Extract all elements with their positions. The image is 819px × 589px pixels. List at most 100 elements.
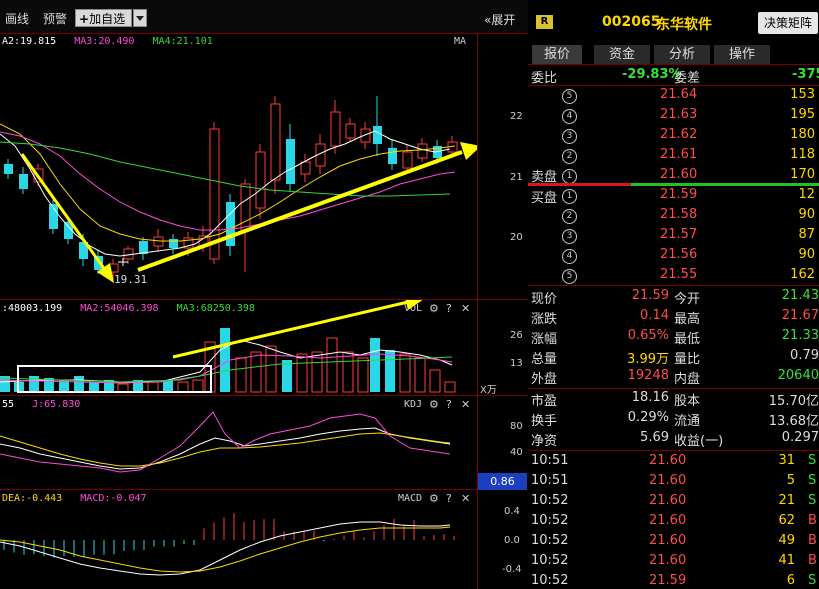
tick-time: 10:52: [531, 553, 569, 568]
add-favorite-dropdown[interactable]: [133, 9, 147, 27]
level-badge: 1: [562, 169, 577, 184]
tick-price: 21.60: [649, 493, 687, 508]
volume-bar: [296, 353, 308, 393]
ask-volume: 118: [790, 147, 815, 162]
tick-volume: 62: [778, 513, 795, 528]
level-badge: 5: [562, 89, 577, 104]
plus-icon: +: [79, 12, 90, 26]
fund-value: 0.29%: [627, 410, 669, 425]
candle-body: [388, 148, 397, 164]
alert-button[interactable]: 预警: [43, 10, 67, 27]
volume-bar: [385, 350, 395, 392]
volume-bar: [326, 337, 338, 393]
level-badge: 3: [562, 129, 577, 144]
bid-price: 21.55: [660, 267, 698, 282]
tab-quote[interactable]: 报价: [532, 45, 582, 64]
bid-volume: 90: [798, 207, 815, 222]
candle-body: [330, 111, 341, 147]
order-ratio-label: 委比: [531, 71, 558, 86]
ask-volume: 153: [790, 87, 815, 102]
candle-body: [402, 151, 413, 169]
quote-value: 21.43: [781, 288, 819, 303]
fund-value: 15.70亿: [768, 394, 819, 409]
ma4-line: [0, 141, 451, 197]
candle-body: [360, 128, 371, 143]
tick-time: 10:51: [531, 473, 569, 488]
kdj-axis-label: 80: [510, 421, 523, 432]
tick-volume: 21: [778, 493, 795, 508]
tick-price: 21.60: [649, 533, 687, 548]
bid-volume: 90: [798, 247, 815, 262]
volume-bar: [29, 376, 39, 392]
order-diff-value: -375: [792, 67, 819, 82]
add-favorite-label: 加自选: [89, 12, 126, 26]
quote-label: 今开: [674, 292, 701, 307]
level-badge: 4: [562, 249, 577, 264]
add-favorite-button[interactable]: +加自选: [75, 9, 132, 27]
quote-value: 21.59: [631, 288, 669, 303]
candle-body: [4, 164, 13, 174]
fund-label: 换手: [531, 414, 558, 429]
tab-analysis[interactable]: 分析: [654, 45, 710, 64]
level-badge: 1: [562, 189, 577, 204]
level-badge: 3: [562, 229, 577, 244]
quote-label: 最高: [674, 312, 701, 327]
fund-label: 收益(一): [674, 434, 724, 449]
vol-unit-label: X万: [480, 385, 497, 396]
volume-bar: [342, 351, 354, 393]
volume-bar: [220, 328, 230, 392]
decision-matrix-button[interactable]: 决策矩阵: [758, 12, 818, 34]
ask-volume: 195: [790, 107, 815, 122]
volume-chart: [0, 300, 456, 393]
volume-bar: [429, 369, 441, 393]
fund-value: 5.69: [640, 430, 669, 445]
quote-value: 21.67: [781, 308, 819, 323]
volume-bar: [282, 360, 292, 392]
candle-body: [300, 161, 311, 175]
kdj-value-badge: 0.86: [478, 473, 527, 490]
quote-label: 涨跌: [531, 312, 558, 327]
macd-axis-label: 0.0: [504, 535, 520, 546]
expand-label: 展开: [491, 13, 516, 27]
tick-time: 10:52: [531, 513, 569, 528]
ask-price: 21.64: [660, 87, 698, 102]
expand-button[interactable]: «展开: [484, 11, 515, 28]
candle-body: [286, 139, 295, 184]
tick-volume: 41: [778, 553, 795, 568]
ask-bid-divider: [631, 183, 819, 186]
fund-value: 18.16: [631, 390, 669, 405]
fund-label: 净资: [531, 434, 558, 449]
volume-bar: [399, 353, 411, 393]
ask-volume: 180: [790, 127, 815, 142]
quote-panel: R 002065 东华软件 决策矩阵 报价 资金 分析 操作 委比 -29.83…: [528, 0, 819, 589]
order-diff-label: 委差: [674, 71, 701, 86]
volume-bar: [89, 382, 99, 392]
tick-price: 21.59: [649, 573, 687, 588]
level-badge: 2: [562, 209, 577, 224]
volume-bar: [370, 338, 380, 392]
level-badge: 4: [562, 109, 577, 124]
tick-time: 10:52: [531, 533, 569, 548]
candle-body: [169, 239, 178, 248]
tab-operation[interactable]: 操作: [714, 45, 770, 64]
quote-label: 现价: [531, 292, 558, 307]
kdj-axis-label: 40: [510, 447, 523, 458]
quote-value: 0.79: [790, 348, 819, 363]
tick-side: B: [808, 553, 817, 568]
volume-bar: [414, 357, 426, 393]
tick-side: S: [808, 573, 817, 588]
divider: [528, 450, 819, 451]
order-ratio-value: -29.83%: [622, 67, 682, 82]
volume-bar: [192, 379, 204, 393]
candle-body: [345, 123, 356, 139]
fund-value: 0.297: [781, 430, 819, 445]
tab-funds[interactable]: 资金: [594, 45, 650, 64]
macd-axis-label: 0.4: [504, 506, 520, 517]
tick-volume: 49: [778, 533, 795, 548]
tick-side: S: [808, 453, 817, 468]
candle-body: [373, 126, 382, 144]
macd-dea-line: [0, 526, 451, 573]
draw-line-button[interactable]: 画线: [5, 10, 29, 27]
margin-badge: R: [536, 15, 553, 29]
chart-toolbar: 画线 预警 +加自选 «展开: [0, 0, 528, 33]
